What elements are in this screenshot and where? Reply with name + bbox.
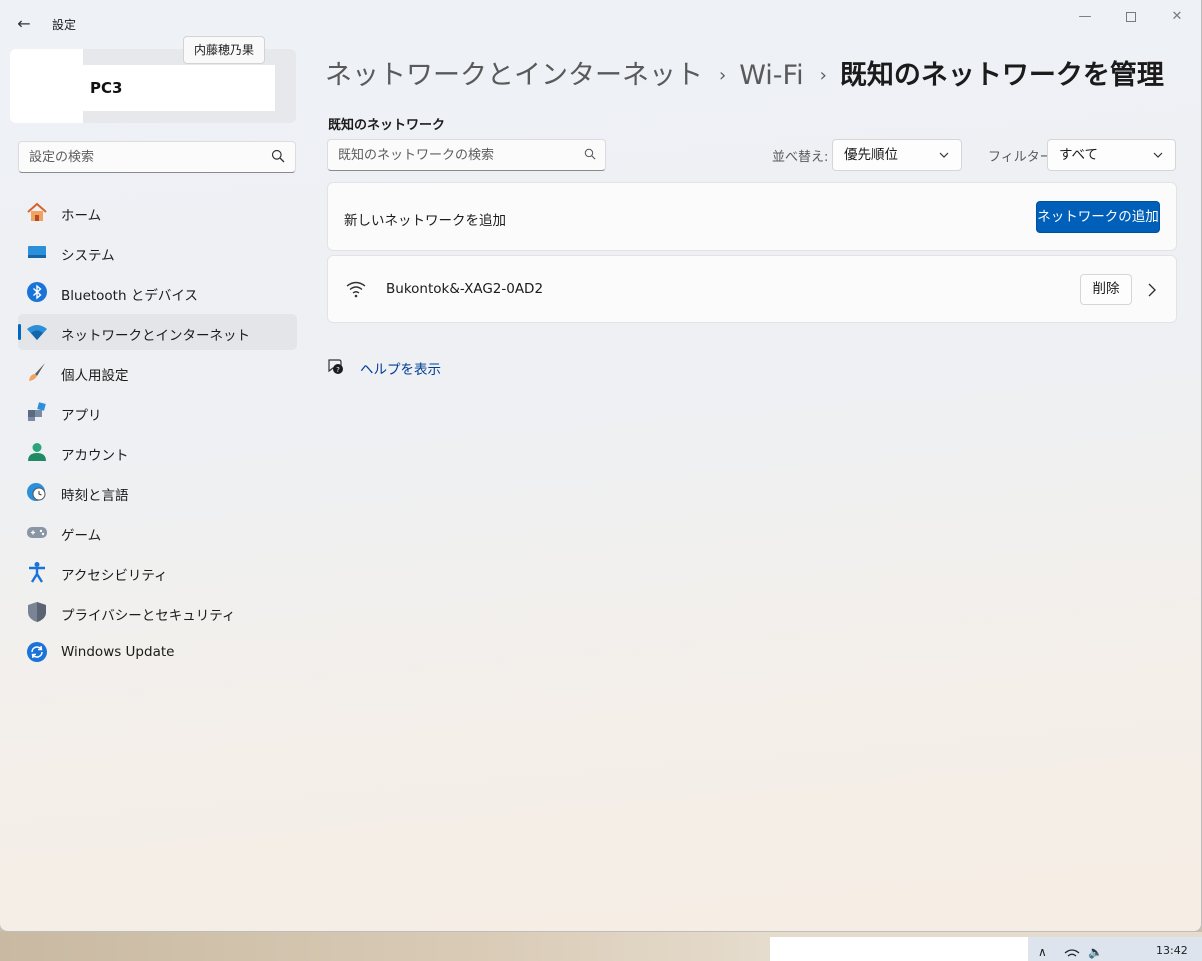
gamepad-icon (27, 527, 47, 538)
sidebar-item-label: アクセシビリティ (61, 568, 168, 584)
settings-window: ← 設定 — ✕ PC3 内藤穂乃果 ホーム (0, 0, 1202, 932)
sidebar-item-label: ゲーム (61, 528, 102, 544)
sidebar-item-accounts[interactable]: アカウント (18, 434, 297, 470)
apps-icon (28, 402, 46, 421)
breadcrumb: ネットワークとインターネット › Wi-Fi › 既知のネットワークを管理 (325, 56, 1164, 96)
update-icon (27, 642, 47, 662)
chevron-down-icon (1153, 152, 1163, 158)
close-button[interactable]: ✕ (1154, 4, 1200, 30)
sidebar-item-bluetooth[interactable]: Bluetooth とデバイス (18, 274, 297, 310)
sidebar-item-accessibility[interactable]: アクセシビリティ (18, 554, 297, 590)
sidebar-item-label: プライバシーとセキュリティ (61, 608, 236, 624)
clock-globe-icon (27, 483, 46, 501)
chevron-right-icon[interactable] (1146, 283, 1158, 297)
sidebar-item-windows-update[interactable]: Windows Update (18, 634, 297, 670)
sidebar-item-label: アプリ (61, 408, 102, 424)
add-network-text: 新しいネットワークを追加 (344, 213, 506, 229)
breadcrumb-separator: › (819, 65, 827, 86)
sort-value: 優先順位 (844, 147, 898, 163)
minimize-button[interactable]: — (1062, 4, 1108, 30)
settings-search-input[interactable] (19, 142, 259, 172)
title-bar: ← 設定 — ✕ (0, 0, 1201, 46)
help-icon: ? (328, 359, 343, 374)
maximize-icon (1126, 11, 1136, 22)
known-network-search-input[interactable] (328, 140, 573, 170)
shield-icon (28, 602, 46, 622)
maximize-button[interactable] (1108, 4, 1154, 30)
breadcrumb-wifi[interactable]: Wi-Fi (739, 60, 803, 91)
system-icon (28, 246, 46, 258)
sidebar-item-gaming[interactable]: ゲーム (18, 514, 297, 550)
list-item[interactable]: Bukontok&-XAG2-0AD2 削除 (327, 255, 1177, 323)
search-icon[interactable] (271, 149, 285, 163)
svg-text:?: ? (336, 366, 340, 374)
filter-dropdown[interactable]: すべて (1047, 139, 1176, 171)
sidebar-item-label: ホーム (61, 208, 102, 224)
network-name: Bukontok&-XAG2-0AD2 (386, 281, 544, 297)
app-title: 設定 (52, 18, 77, 32)
filter-value: すべて (1059, 147, 1099, 163)
sidebar-item-privacy-security[interactable]: プライバシーとセキュリティ (18, 594, 297, 630)
sidebar-item-apps[interactable]: アプリ (18, 394, 297, 430)
sidebar-item-label: Bluetooth とデバイス (61, 288, 198, 304)
wifi-signal-icon (346, 281, 366, 298)
system-tray: ∧ 🔈 13:42 (1028, 937, 1202, 961)
sidebar-item-home[interactable]: ホーム (18, 194, 297, 230)
sidebar-item-label: ネットワークとインターネット (61, 328, 250, 344)
taskbar-area (770, 937, 1028, 961)
bluetooth-icon (27, 282, 47, 302)
add-network-card: 新しいネットワークを追加 ネットワークの追加 (327, 182, 1177, 251)
page-title: 既知のネットワークを管理 (839, 60, 1164, 91)
wifi-icon (27, 325, 47, 340)
sidebar-item-label: アカウント (61, 448, 129, 464)
back-button[interactable]: ← (12, 12, 36, 36)
breadcrumb-separator: › (719, 65, 727, 86)
profile-tooltip: 内藤穂乃果 (183, 36, 266, 64)
sidebar-item-system[interactable]: システム (18, 234, 297, 270)
sort-label: 並べ替え: (772, 150, 829, 165)
sidebar-item-label: 個人用設定 (61, 368, 129, 384)
delete-button[interactable]: 削除 (1080, 274, 1132, 305)
desktop-background (0, 932, 1202, 961)
sidebar-item-label: 時刻と言語 (61, 488, 129, 504)
known-network-search[interactable] (327, 139, 606, 171)
breadcrumb-network[interactable]: ネットワークとインターネット (325, 60, 703, 91)
sidebar-item-label: システム (61, 248, 115, 264)
sidebar-item-network[interactable]: ネットワークとインターネット (18, 314, 297, 350)
profile-name: PC3 (90, 79, 123, 97)
search-icon[interactable] (584, 148, 596, 160)
clock-time[interactable]: 13:42 (1156, 944, 1188, 957)
speaker-icon[interactable]: 🔈 (1088, 945, 1103, 959)
sidebar-item-label: Windows Update (61, 644, 175, 660)
sidebar-item-personalization[interactable]: 個人用設定 (18, 354, 297, 390)
sort-dropdown[interactable]: 優先順位 (832, 139, 962, 171)
chevron-down-icon (939, 152, 949, 158)
chevron-up-icon[interactable]: ∧ (1038, 945, 1047, 959)
section-title: 既知のネットワーク (328, 118, 446, 133)
brush-icon (29, 363, 45, 381)
sidebar-item-time-language[interactable]: 時刻と言語 (18, 474, 297, 510)
settings-search[interactable] (18, 141, 296, 173)
sidebar-nav: ホーム システム Bluetooth とデバイス ネットワークとインターネット (18, 194, 297, 674)
accessibility-icon (29, 562, 45, 583)
account-icon (28, 443, 46, 461)
avatar (10, 49, 83, 123)
wifi-tray-icon[interactable] (1064, 948, 1080, 961)
help-link[interactable]: ヘルプを表示 (360, 358, 441, 378)
add-network-button[interactable]: ネットワークの追加 (1036, 201, 1160, 233)
home-icon (27, 202, 47, 221)
